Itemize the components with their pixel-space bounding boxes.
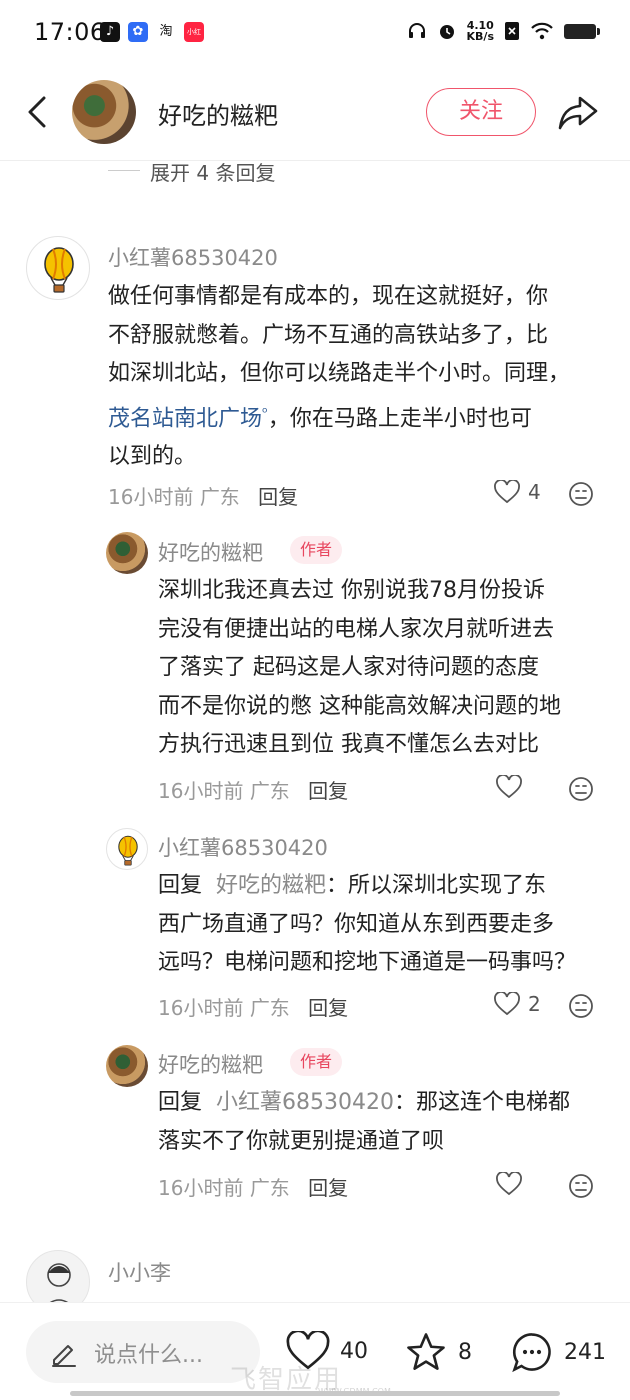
comment-username[interactable]: 小红薯68530420 xyxy=(158,832,328,862)
commenter-avatar[interactable] xyxy=(106,1045,148,1087)
dislike-button[interactable] xyxy=(568,776,594,802)
like-button[interactable] xyxy=(496,775,530,799)
back-button[interactable] xyxy=(20,92,56,132)
dislike-button[interactable] xyxy=(568,1173,594,1199)
like-button[interactable]: 2 xyxy=(494,992,541,1016)
collect-button[interactable]: 8 xyxy=(404,1331,472,1373)
reply-button[interactable]: 回复 xyxy=(308,779,348,803)
comment-text: 做任何事情都是有成本的，现在这就挺好，你 不舒服就憋着。广场不互通的高铁站多了，… xyxy=(108,284,571,470)
comment-meta: 16小时前 广东 回复 xyxy=(158,996,349,1020)
like-button[interactable]: 4 xyxy=(494,480,541,504)
home-indicator[interactable] xyxy=(70,1391,560,1396)
share-button[interactable] xyxy=(556,90,600,134)
commenter-avatar[interactable] xyxy=(26,236,90,300)
heart-icon xyxy=(494,992,520,1016)
heart-icon xyxy=(496,775,522,799)
comment-text: 回复 好吃的糍粑：所以深圳北实现了东 西广场直通了吗？你知道从东到西要走多 远吗… xyxy=(158,873,577,975)
dislike-button[interactable] xyxy=(568,993,594,1019)
sim-off-icon xyxy=(505,22,519,40)
comment-meta: 16小时前 广东 回复 xyxy=(108,485,299,509)
pencil-icon xyxy=(52,1345,76,1367)
location-link[interactable]: 茂名站南北广场 xyxy=(108,406,262,431)
headphones-icon xyxy=(408,23,425,38)
baidu-icon: ✿ xyxy=(128,22,148,42)
reply-button[interactable]: 回复 xyxy=(308,996,348,1020)
like-button[interactable] xyxy=(496,1172,530,1196)
comment-meta: 16小时前 广东 回复 xyxy=(158,779,349,803)
xiaohongshu-icon: 小红书 xyxy=(184,22,204,56)
author-badge: 作者 xyxy=(290,536,343,564)
comment-username[interactable]: 好吃的糍粑 xyxy=(158,1049,263,1079)
comment-username[interactable]: 好吃的糍粑 xyxy=(158,537,263,567)
taobao-icon: 淘 xyxy=(159,24,173,39)
hot-air-balloon-icon xyxy=(118,835,138,866)
commenter-avatar[interactable] xyxy=(106,532,148,574)
comment-text: 深圳北我还真去过 你别说我78月份投诉 完没有便捷出站的电梯人家次月就听进去 了… xyxy=(158,578,561,757)
like-count: 2 xyxy=(528,992,541,1016)
author-badge: 作者 xyxy=(290,1048,343,1076)
like-count: 4 xyxy=(528,480,541,504)
status-app-icons: ♪ ✿ 淘 小红书 xyxy=(100,22,204,56)
tiktok-icon: ♪ xyxy=(100,22,120,42)
status-time: 17:06 xyxy=(34,18,106,46)
collect-count: 8 xyxy=(458,1339,472,1365)
hot-air-balloon-icon xyxy=(44,247,74,293)
reply-target[interactable]: 好吃的糍粑 xyxy=(216,873,326,898)
header-divider xyxy=(0,160,630,161)
comment-meta: 16小时前 广东 回复 xyxy=(158,1176,349,1200)
commenter-avatar[interactable] xyxy=(106,828,148,870)
comment-username[interactable]: 小小李 xyxy=(108,1257,171,1287)
bottom-action-bar: 说点什么... 40 8 241 飞智应用 WWW.GDMM.COM xyxy=(0,1302,630,1400)
heart-icon xyxy=(496,1172,522,1196)
wifi-icon xyxy=(531,22,553,40)
network-speed: 4.10 KB/s xyxy=(466,19,494,43)
star-icon xyxy=(407,1333,445,1370)
comment-input[interactable]: 说点什么... xyxy=(26,1321,260,1383)
dislike-button[interactable] xyxy=(568,481,594,507)
note-header: 好吃的糍粑 关注 xyxy=(0,66,630,160)
heart-icon xyxy=(494,480,520,504)
comments-button[interactable]: 241 xyxy=(510,1331,606,1373)
comment-count: 241 xyxy=(564,1339,606,1365)
reply-button[interactable]: 回复 xyxy=(258,485,298,509)
comment-input-placeholder: 说点什么... xyxy=(94,1343,203,1368)
battery-icon xyxy=(564,23,600,39)
note-like-count: 40 xyxy=(340,1338,368,1364)
status-indicators: 4.10 KB/s xyxy=(407,19,600,43)
expand-divider xyxy=(108,170,140,171)
alarm-icon xyxy=(439,25,454,39)
expand-replies-button[interactable]: 展开 4 条回复 xyxy=(150,157,275,186)
comment-bubble-icon xyxy=(512,1333,551,1373)
reply-target[interactable]: 小红薯68530420 xyxy=(216,1090,394,1115)
author-avatar[interactable] xyxy=(72,80,136,144)
status-bar: 17:06 ♪ ✿ 淘 小红书 4.10 KB/s xyxy=(0,0,630,66)
comment-username[interactable]: 小红薯68530420 xyxy=(108,242,278,272)
follow-button[interactable]: 关注 xyxy=(426,88,536,136)
reply-button[interactable]: 回复 xyxy=(308,1176,348,1200)
author-name[interactable]: 好吃的糍粑 xyxy=(158,96,278,131)
comment-text: 回复 小红薯68530420：那这连个电梯都 落实不了你就更别提通道了呗 xyxy=(158,1090,571,1154)
